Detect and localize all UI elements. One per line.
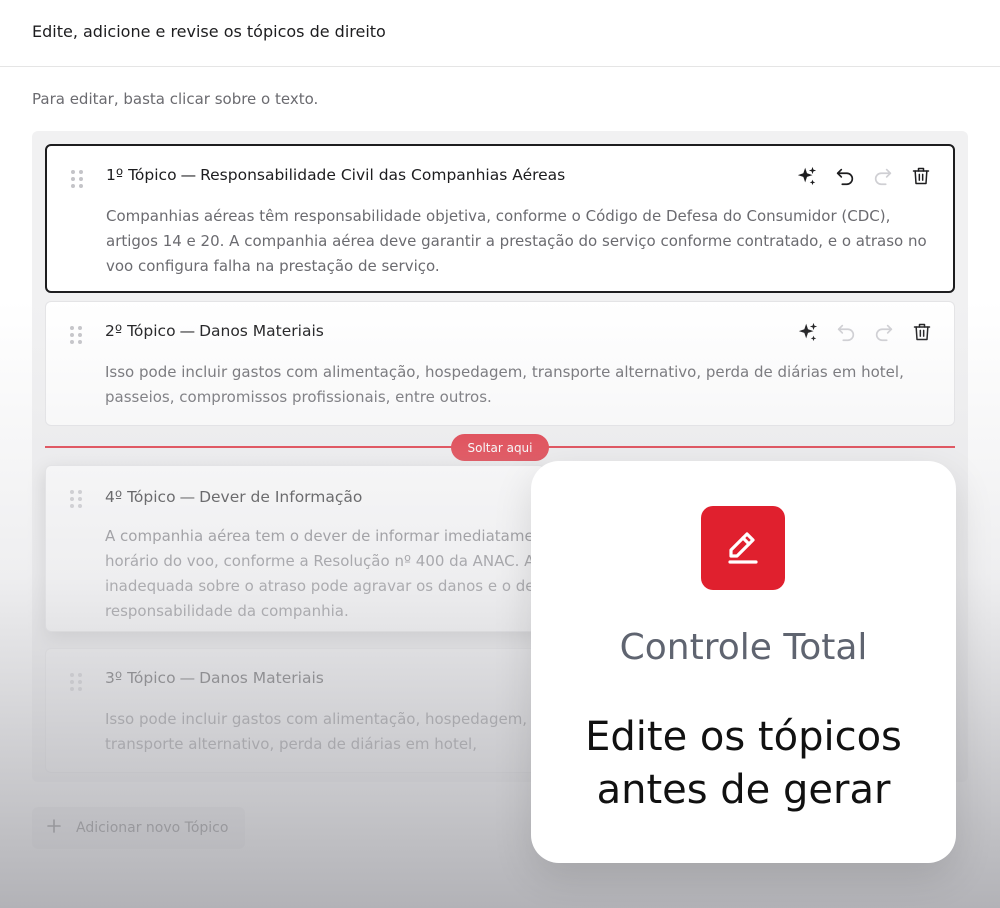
topic-title[interactable]: 1º Tópico — Responsabilidade Civil das Com… bbox=[106, 166, 565, 184]
edit-instruction: Para editar, basta clicar sobre o texto. bbox=[32, 90, 319, 108]
promo-headline-line-1: Edite os tópicos bbox=[585, 714, 902, 760]
ai-sparkle-icon[interactable] bbox=[795, 164, 819, 188]
topic-card-2[interactable]: 2º Tópico — Danos Materiais Isso pode incl… bbox=[45, 301, 955, 426]
add-topic-label: Adicionar novo Tópico bbox=[76, 820, 229, 836]
topic-body[interactable]: A companhia aérea tem o dever de informa… bbox=[105, 524, 535, 624]
topic-number: 3º Tópico bbox=[105, 669, 176, 687]
redo-icon[interactable] bbox=[871, 164, 895, 188]
drag-handle-icon[interactable] bbox=[70, 490, 82, 508]
page-title: Edite, adicione e revise os tópicos de d… bbox=[32, 22, 386, 41]
promo-kicker: Controle Total bbox=[619, 627, 868, 668]
promo-headline-line-2: antes de gerar bbox=[596, 767, 891, 813]
topic-body[interactable]: Companhias aéreas têm responsabilidade o… bbox=[106, 204, 936, 279]
topic-title[interactable]: 3º Tópico — Danos Materiais bbox=[105, 669, 324, 687]
feature-promo-card: Controle Total Edite os tópicos antes de… bbox=[531, 461, 956, 863]
undo-icon[interactable] bbox=[834, 320, 858, 344]
drop-here-badge: Soltar aqui bbox=[451, 434, 549, 461]
topic-name: Danos Materiais bbox=[199, 669, 324, 687]
topic-actions bbox=[796, 320, 934, 344]
promo-headline: Edite os tópicos antes de gerar bbox=[531, 711, 956, 817]
topic-body[interactable]: Isso pode incluir gastos com alimentação… bbox=[105, 360, 935, 410]
topic-name: Dever de Informação bbox=[199, 488, 363, 506]
topic-number: 2º Tópico bbox=[105, 322, 176, 340]
trash-icon[interactable] bbox=[910, 320, 934, 344]
trash-icon[interactable] bbox=[909, 164, 933, 188]
undo-icon[interactable] bbox=[833, 164, 857, 188]
topic-name: Danos Materiais bbox=[199, 322, 324, 340]
topic-actions bbox=[795, 164, 933, 188]
ai-sparkle-icon[interactable] bbox=[796, 320, 820, 344]
title-separator: — bbox=[179, 322, 196, 340]
topic-card-3[interactable]: 3º Tópico — Danos Materiais Isso pode incl… bbox=[45, 648, 545, 773]
page-header: Edite, adicione e revise os tópicos de d… bbox=[0, 0, 1000, 67]
topic-card-1[interactable]: 1º Tópico — Responsabilidade Civil das Com… bbox=[45, 144, 955, 293]
topic-title[interactable]: 4º Tópico — Dever de Informação bbox=[105, 488, 362, 506]
topic-number: 1º Tópico bbox=[106, 166, 177, 184]
topic-card-4-dragging[interactable]: 4º Tópico — Dever de Informação A companhi… bbox=[45, 465, 545, 632]
plus-icon bbox=[46, 818, 62, 838]
topic-body[interactable]: Isso pode incluir gastos com alimentação… bbox=[105, 707, 535, 757]
title-separator: — bbox=[179, 488, 196, 506]
drag-handle-icon[interactable] bbox=[70, 326, 82, 344]
edit-pencil-icon bbox=[701, 506, 785, 590]
topic-title[interactable]: 2º Tópico — Danos Materiais bbox=[105, 322, 324, 340]
title-separator: — bbox=[179, 669, 196, 687]
topic-name: Responsabilidade Civil das Companhias Aé… bbox=[200, 166, 566, 184]
topic-number: 4º Tópico bbox=[105, 488, 176, 506]
add-topic-button[interactable]: Adicionar novo Tópico bbox=[32, 807, 245, 849]
drag-handle-icon[interactable] bbox=[71, 170, 83, 188]
redo-icon[interactable] bbox=[872, 320, 896, 344]
drag-handle-icon[interactable] bbox=[70, 673, 82, 691]
title-separator: — bbox=[180, 166, 197, 184]
